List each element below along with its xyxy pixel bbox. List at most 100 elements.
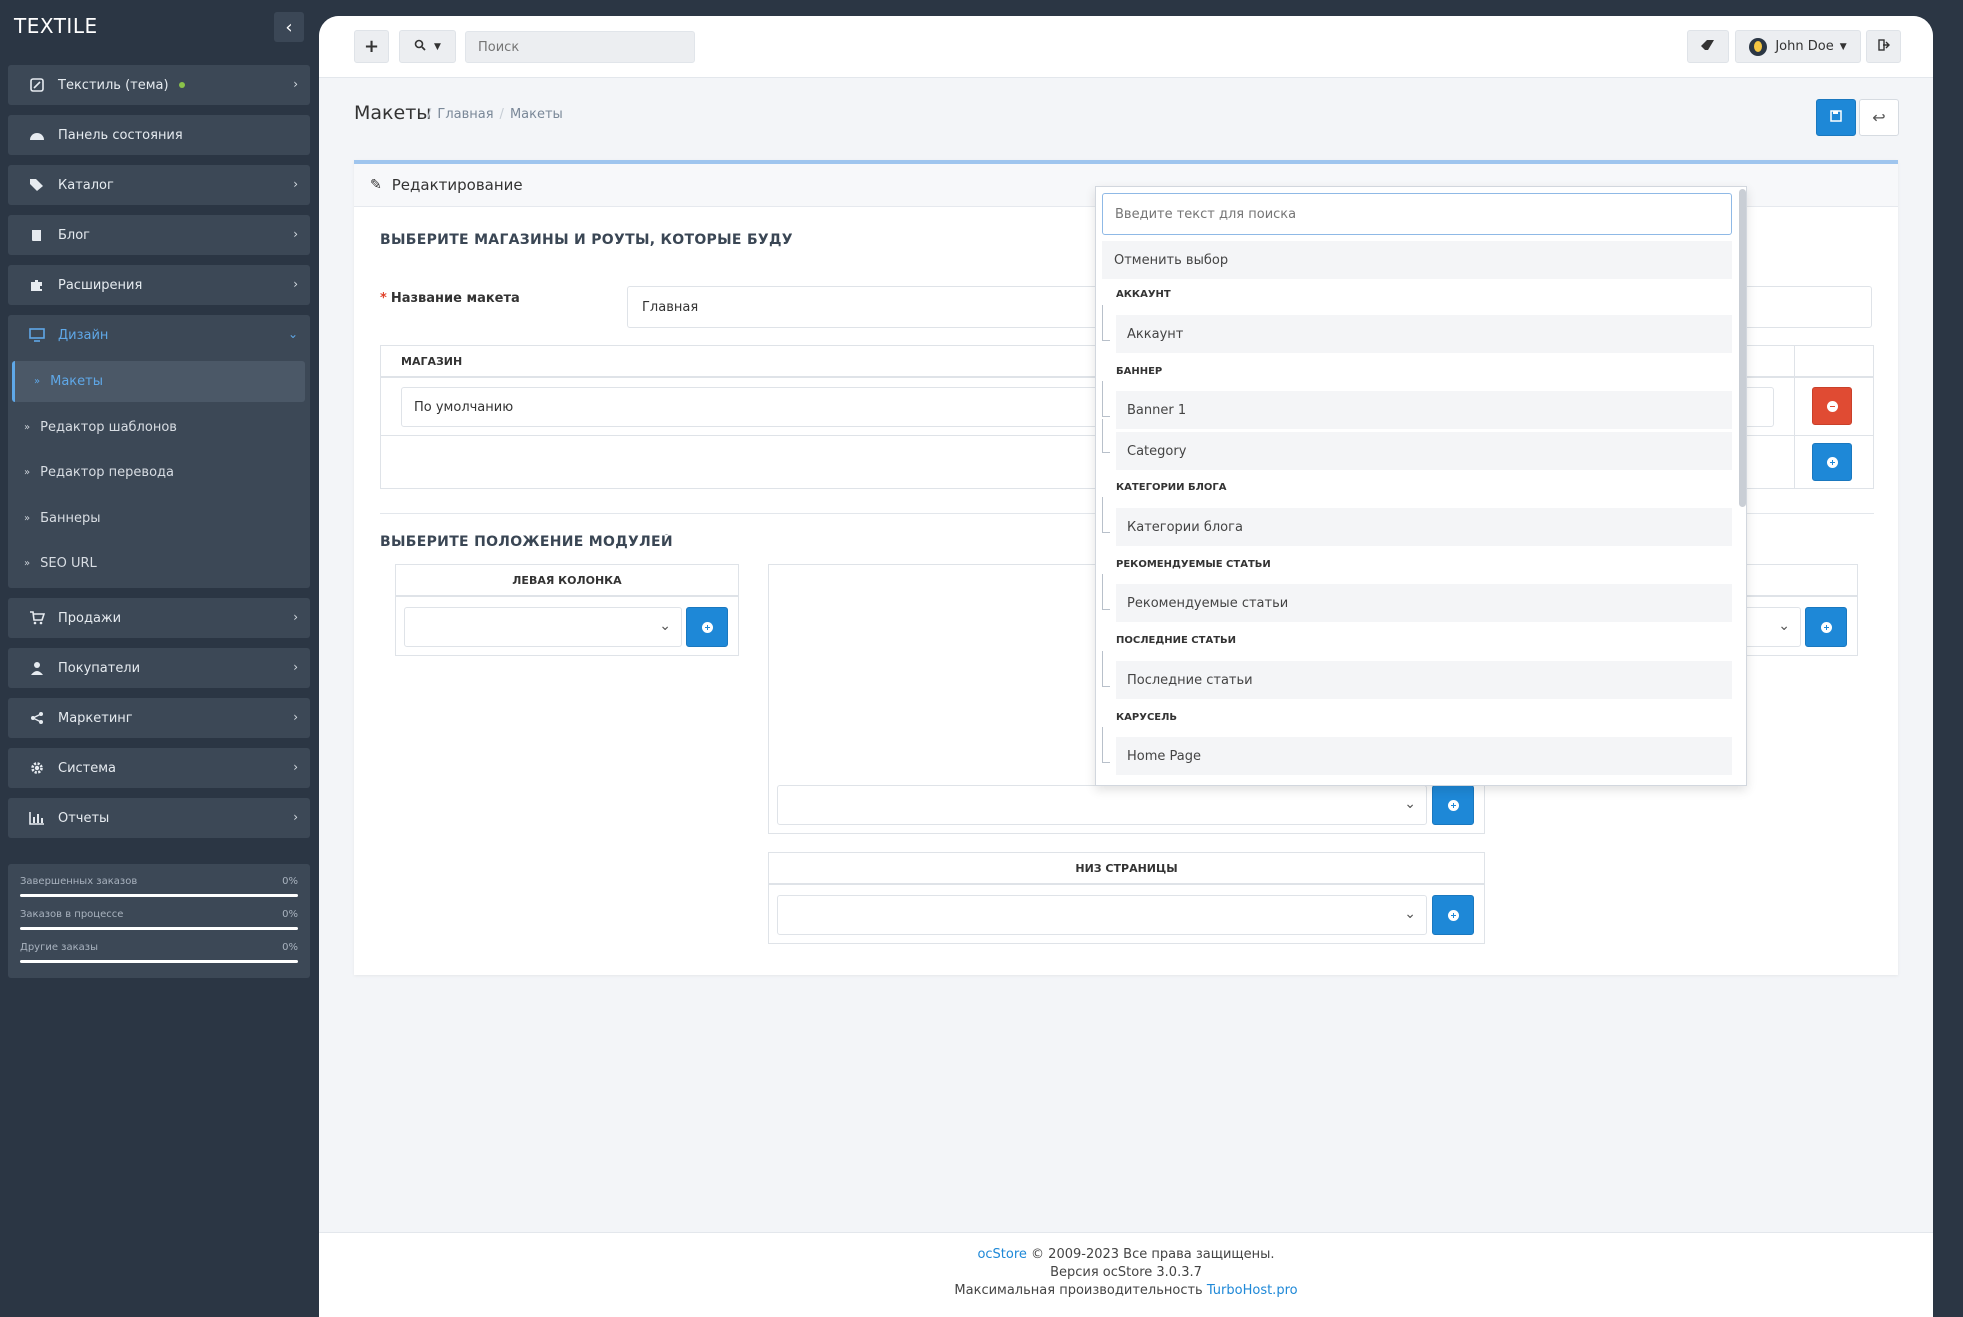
copyright-text: © 2009-2023 Все права защищены. (1026, 1247, 1275, 1262)
search-type-dropdown[interactable]: ▼ (399, 30, 456, 63)
brand-logo: TEXTILE (14, 14, 98, 38)
sign-out-icon (1877, 38, 1890, 55)
right-column-add-button[interactable] (1805, 607, 1847, 647)
tree-connector (1102, 497, 1110, 533)
dropdown-option[interactable]: Последние статьи (1116, 661, 1732, 699)
left-column-add-button[interactable] (686, 607, 728, 647)
search-icon (414, 39, 426, 55)
user-menu[interactable]: John Doe ▼ (1735, 30, 1861, 63)
sidebar-collapse-button[interactable]: ‹ (274, 12, 304, 42)
performance-text: Максимальная производительность (954, 1283, 1207, 1298)
center-add-button[interactable] (1432, 785, 1474, 825)
dropdown-option[interactable]: Категории блога (1116, 508, 1732, 546)
sidebar-item-label: Система (58, 760, 117, 776)
submenu-item-template-editor[interactable]: » Редактор шаблонов (24, 412, 177, 442)
bottom-select[interactable]: ⌄ (777, 895, 1427, 935)
plus-circle-icon (701, 621, 713, 633)
sidebar-item-extensions[interactable]: Расширения › (8, 265, 310, 305)
dropdown-option[interactable]: Рекомендуемые статьи (1116, 584, 1732, 622)
dropdown-group: БАННЕР (1116, 366, 1163, 377)
stat-value: 0% (282, 942, 298, 953)
chevron-right-icon: › (293, 227, 298, 241)
stat-label: Завершенных заказов (20, 876, 138, 887)
footer-version: Версия ocStore 3.0.3.7 (1050, 1265, 1202, 1280)
submenu-label: Макеты (50, 373, 103, 389)
progress-bar (20, 894, 298, 897)
left-column-header: ЛЕВАЯ КОЛОНКА (396, 565, 738, 597)
sidebar-item-customers[interactable]: Покупатели › (8, 648, 310, 688)
column-divider (1794, 436, 1795, 489)
dropdown-group: АККАУНТ (1116, 289, 1171, 300)
minus-circle-icon (1826, 400, 1838, 412)
dropdown-search-input[interactable] (1102, 193, 1732, 235)
left-column-select[interactable]: ⌄ (404, 607, 682, 647)
back-button[interactable]: ↩ (1859, 99, 1899, 136)
remove-row-button[interactable] (1812, 387, 1852, 425)
breadcrumb-home[interactable]: Главная (437, 107, 493, 122)
stat-processing: Заказов в процессе 0% (20, 909, 298, 939)
sidebar-item-catalog[interactable]: Каталог › (8, 165, 310, 205)
dropdown-group: КАТЕГОРИИ БЛОГА (1116, 482, 1227, 493)
chevron-right-icon: › (293, 710, 298, 724)
add-button[interactable]: + (354, 30, 389, 63)
bottom-add-button[interactable] (1432, 895, 1474, 935)
submenu-item-banners[interactable]: » Баннеры (24, 503, 101, 533)
dropdown-option[interactable]: Banner 1 (1116, 391, 1732, 429)
breadcrumb-layouts[interactable]: Макеты (510, 107, 563, 122)
ocstore-link[interactable]: ocStore (977, 1247, 1026, 1262)
sidebar-item-theme[interactable]: Текстиль (тема) › (8, 65, 310, 105)
sidebar-item-sales[interactable]: Продажи › (8, 598, 310, 638)
sidebar-item-label: Расширения (58, 277, 143, 293)
save-button[interactable] (1816, 99, 1856, 136)
chevron-right-icon: › (293, 810, 298, 824)
sidebar-item-blog[interactable]: Блог › (8, 215, 310, 255)
clear-cache-button[interactable] (1687, 30, 1729, 63)
sidebar-item-design[interactable]: Дизайн ⌄ (8, 315, 310, 355)
submenu-label: Редактор перевода (40, 464, 174, 480)
plus-icon: + (363, 36, 380, 57)
sidebar-item-system[interactable]: Система › (8, 748, 310, 788)
sidebar-item-label: Панель состояния (58, 127, 183, 143)
breadcrumb-separator: / (427, 107, 432, 122)
submenu-item-layouts[interactable]: » Макеты (34, 366, 103, 396)
sidebar-item-dashboard[interactable]: Панель состояния (8, 115, 310, 155)
footer: ocStore © 2009-2023 Все права защищены. … (319, 1232, 1933, 1317)
sidebar-item-reports[interactable]: Отчеты › (8, 798, 310, 838)
turbohost-link[interactable]: TurboHost.pro (1207, 1283, 1298, 1298)
add-row-button[interactable] (1812, 443, 1852, 481)
tree-connector (1102, 305, 1110, 341)
dropdown-scrollbar[interactable] (1739, 189, 1746, 507)
user-name: John Doe (1775, 39, 1834, 54)
chevron-down-icon: ⌄ (1404, 796, 1416, 812)
plus-circle-icon (1826, 456, 1838, 468)
dropdown-option[interactable]: Аккаунт (1116, 315, 1732, 353)
double-chevron-icon: » (34, 375, 41, 387)
dropdown-clear-option[interactable]: Отменить выбор (1102, 241, 1732, 279)
chevron-right-icon: › (293, 177, 298, 191)
dropdown-option[interactable]: Category (1116, 432, 1732, 470)
plus-circle-icon (1447, 799, 1459, 811)
breadcrumb-separator: / (499, 107, 504, 122)
bottom-header: НИЗ СТРАНИЦЫ (769, 853, 1484, 885)
submenu-item-translation-editor[interactable]: » Редактор перевода (24, 457, 174, 487)
chevron-right-icon: › (293, 77, 298, 91)
plus-circle-icon (1820, 621, 1832, 633)
pencil-icon: ✎ (370, 177, 382, 193)
logout-button[interactable] (1866, 30, 1901, 63)
chevron-left-icon: ‹ (285, 16, 293, 38)
chevron-right-icon: › (293, 610, 298, 624)
footer-copyright-line: ocStore © 2009-2023 Все права защищены. (319, 1247, 1933, 1262)
tree-connector (1102, 381, 1110, 417)
sidebar-item-marketing[interactable]: Маркетинг › (8, 698, 310, 738)
stat-label: Заказов в процессе (20, 909, 124, 920)
avatar (1749, 37, 1768, 56)
column-divider (1794, 378, 1795, 435)
tree-connector (1102, 574, 1110, 610)
submenu-item-seo-url[interactable]: » SEO URL (24, 548, 97, 578)
center-module-select[interactable]: ⌄ (777, 785, 1427, 825)
floppy-icon (1830, 109, 1842, 126)
stores-section-title: ВЫБЕРИТЕ МАГАЗИНЫ И РОУТЫ, КОТОРЫЕ БУДУТ… (380, 232, 792, 248)
dropdown-option[interactable]: Home Page (1116, 737, 1732, 775)
footer-performance-line: Максимальная производительность TurboHos… (319, 1283, 1933, 1298)
search-input[interactable] (465, 31, 695, 63)
